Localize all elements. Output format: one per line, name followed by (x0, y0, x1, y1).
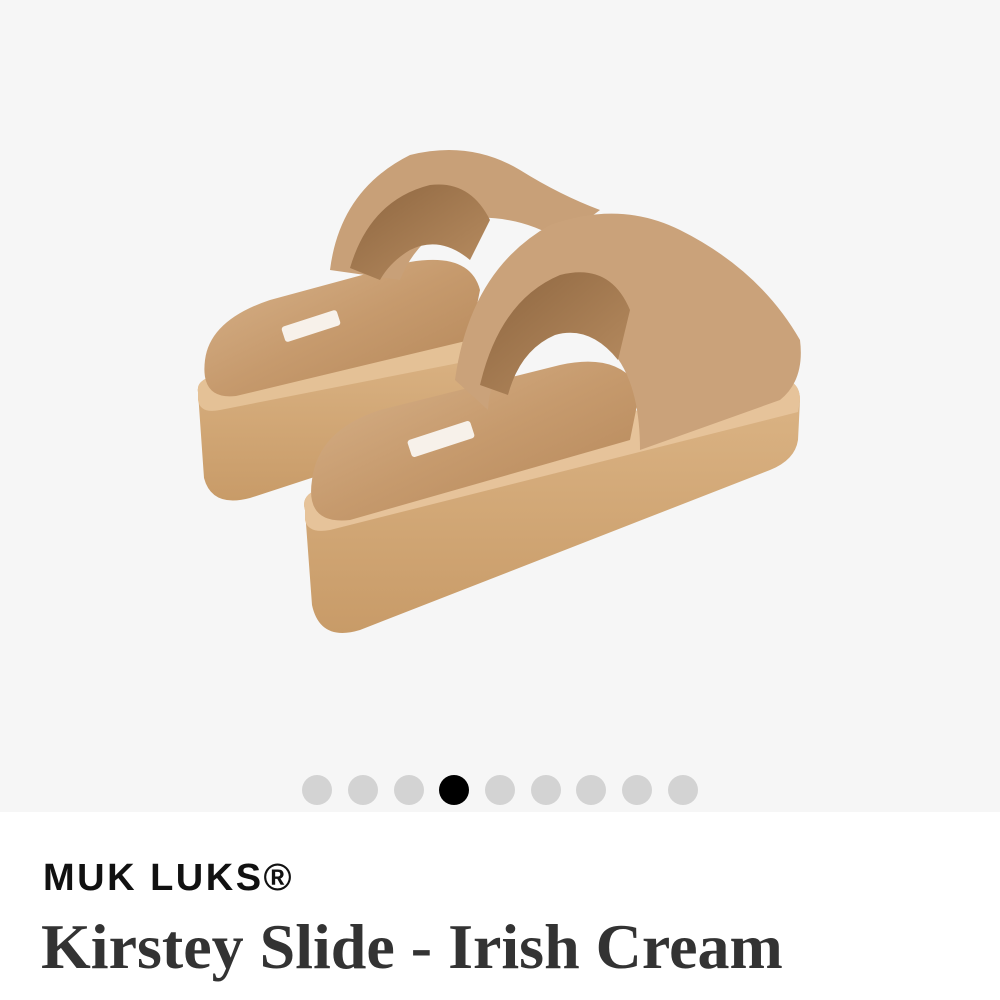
product-image-gallery[interactable] (0, 0, 1000, 812)
gallery-dot-4[interactable] (439, 775, 470, 805)
gallery-dot-6[interactable] (530, 775, 561, 805)
gallery-dot-8[interactable] (622, 775, 653, 805)
gallery-dot-5[interactable] (485, 775, 515, 805)
gallery-dot-3[interactable] (393, 775, 424, 805)
product-brand: MUK LUKS® (43, 857, 295, 899)
product-image[interactable] (0, 0, 1000, 760)
gallery-pagination (0, 774, 1000, 806)
gallery-dot-7[interactable] (576, 775, 607, 805)
gallery-dot-1[interactable] (302, 775, 333, 805)
product-title: Kirstey Slide - Irish Cream (41, 911, 783, 982)
gallery-dot-9[interactable] (667, 775, 698, 805)
gallery-dot-2[interactable] (347, 775, 378, 805)
